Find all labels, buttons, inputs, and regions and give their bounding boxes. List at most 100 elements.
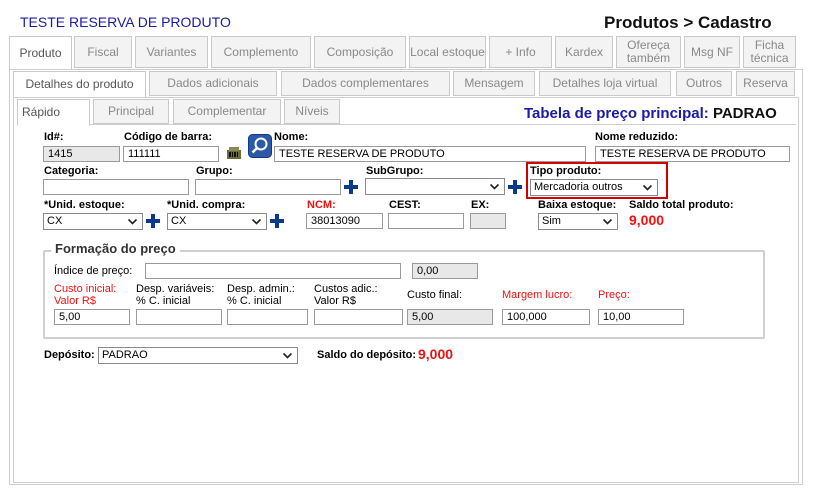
categoria-field[interactable] [43, 179, 189, 195]
desp-admin-sublabel: % C. inicial [227, 295, 282, 307]
custo-final-label: Custo final: [407, 289, 463, 301]
chevron-down-icon [602, 218, 613, 225]
subgrupo-label: SubGrupo: [366, 165, 424, 177]
desp-variaveis-label: Desp. variáveis: [136, 283, 215, 295]
preco-label: Preço: [598, 289, 630, 301]
tab-mensagem[interactable]: Mensagem [453, 71, 535, 96]
tab-kardex[interactable]: Kardex [555, 36, 613, 68]
custo-inicial-sublabel: Valor R$ [54, 295, 96, 307]
desp-admin-field[interactable] [227, 309, 308, 325]
nome-reduzido-label: Nome reduzido: [595, 131, 679, 143]
saldo-deposito-value: 9,000 [418, 346, 454, 362]
tab-dados-adicionais[interactable]: Dados adicionais [149, 71, 277, 96]
nome-label: Nome: [274, 131, 309, 143]
baixa-estoque-value: Sim [542, 215, 561, 227]
id-field: 1415 [43, 146, 120, 162]
tab-fiscal[interactable]: Fiscal [74, 36, 132, 68]
tab-reserva[interactable]: Reserva [736, 71, 795, 96]
unid-compra-label: *Unid. compra: [167, 199, 246, 211]
barcode-label: Código de barra: [124, 131, 213, 143]
tab-principal[interactable]: Principal [93, 99, 169, 124]
unid-estoque-select[interactable]: CX [43, 213, 143, 230]
price-table-heading: Tabela de preço principal: PADRAO [524, 105, 777, 122]
tab-ficha-tecnica[interactable]: Ficha técnica [743, 36, 796, 68]
unid-estoque-value: CX [47, 215, 63, 227]
chevron-down-icon [282, 352, 293, 359]
tab-niveis[interactable]: Níveis [284, 99, 340, 124]
add-unid-estoque-plus-icon[interactable] [146, 214, 160, 228]
tab-dados-complementares[interactable]: Dados complementares [281, 71, 450, 96]
baixa-estoque-select[interactable]: Sim [538, 213, 618, 230]
chevron-down-icon [251, 218, 262, 225]
saldo-deposito-label: Saldo do depósito: [317, 349, 416, 361]
tab-detalhes-produto[interactable]: Detalhes do produto [13, 71, 146, 98]
custo-inicial-field[interactable]: 5,00 [54, 309, 130, 325]
nome-field[interactable]: TESTE RESERVA DE PRODUTO [274, 146, 586, 162]
tab-complementar[interactable]: Complementar [173, 99, 281, 124]
tab-msg-nf[interactable]: Msg NF [684, 36, 740, 68]
unid-compra-select[interactable]: CX [167, 213, 267, 230]
preco-field[interactable]: 10,00 [598, 309, 684, 325]
barcode-field[interactable]: 111111 [123, 146, 219, 162]
add-subgrupo-plus-icon[interactable] [508, 180, 522, 194]
grupo-field[interactable] [195, 179, 341, 195]
id-label: Id#: [44, 131, 64, 143]
baixa-estoque-label: Baixa estoque: [538, 199, 617, 211]
chevron-down-icon [489, 183, 500, 190]
product-title: TESTE RESERVA DE PRODUTO [20, 14, 231, 30]
tab-outros[interactable]: Outros [676, 71, 732, 96]
desp-admin-label: Desp. admin.: [227, 283, 295, 295]
desp-variaveis-field[interactable] [136, 309, 222, 325]
tipo-produto-select[interactable]: Mercadoria outros [530, 179, 658, 196]
tab-rapido[interactable]: Rápido [17, 99, 90, 126]
ex-field [470, 213, 506, 229]
desp-variaveis-sublabel: % C. inicial [136, 295, 191, 307]
margem-label: Margem lucro: [502, 289, 573, 301]
deposito-select[interactable]: PADRAO [98, 347, 298, 364]
cest-label: CEST: [389, 199, 421, 211]
price-table-value: PADRAO [712, 105, 777, 122]
breadcrumb: Produtos > Cadastro [604, 13, 772, 32]
tab-complemento[interactable]: Complemento [211, 36, 311, 68]
ncm-label: NCM: [307, 199, 336, 211]
tipo-produto-value: Mercadoria outros [534, 181, 623, 193]
chevron-down-icon [642, 184, 653, 191]
indice-value-field: 0,00 [412, 263, 478, 279]
indice-label: Índice de preço: [54, 265, 133, 277]
nome-reduzido-field[interactable]: TESTE RESERVA DE PRODUTO [595, 146, 790, 162]
custo-final-field: 5,00 [407, 309, 493, 325]
chevron-down-icon [127, 218, 138, 225]
tab-composicao[interactable]: Composição [314, 36, 406, 68]
grupo-label: Grupo: [196, 165, 233, 177]
custos-adic-field[interactable] [314, 309, 403, 325]
unid-compra-value: CX [171, 215, 187, 227]
ex-label: EX: [471, 199, 490, 211]
unid-estoque-label: *Unid. estoque: [44, 199, 125, 211]
tipo-produto-label: Tipo produto: [530, 165, 602, 177]
tab-local-estoque[interactable]: Local estoque [409, 36, 486, 68]
margem-field[interactable]: 100,000 [502, 309, 590, 325]
inner-tab-line [90, 124, 796, 125]
indice-field[interactable] [145, 263, 401, 279]
search-icon[interactable] [248, 134, 272, 158]
custos-adic-sublabel: Valor R$ [314, 295, 356, 307]
tab-variantes[interactable]: Variantes [135, 36, 208, 68]
pricing-legend: Formação do preço [51, 241, 180, 256]
categoria-label: Categoria: [44, 165, 99, 177]
cest-field[interactable] [388, 213, 464, 229]
deposito-label: Depósito: [44, 349, 95, 361]
tab-produto[interactable]: Produto [9, 36, 72, 70]
add-unid-compra-plus-icon[interactable] [270, 214, 284, 228]
custo-inicial-label: Custo inicial: [54, 283, 117, 295]
price-table-label: Tabela de preço principal: [524, 105, 709, 122]
barcode-generate-icon[interactable] [226, 146, 242, 160]
tab-detalhes-loja-virtual[interactable]: Detalhes loja virtual [539, 71, 671, 96]
saldo-total-label: Saldo total produto: [629, 199, 734, 211]
deposito-value: PADRAO [102, 349, 148, 361]
ncm-field[interactable]: 38013090 [306, 213, 383, 229]
tab-ofereca-tambem[interactable]: Ofereça também [616, 36, 681, 68]
add-grupo-plus-icon[interactable] [344, 180, 358, 194]
tab-mais-info[interactable]: + Info [489, 36, 552, 68]
subgrupo-select[interactable] [365, 178, 505, 195]
saldo-total-value: 9,000 [629, 212, 665, 228]
